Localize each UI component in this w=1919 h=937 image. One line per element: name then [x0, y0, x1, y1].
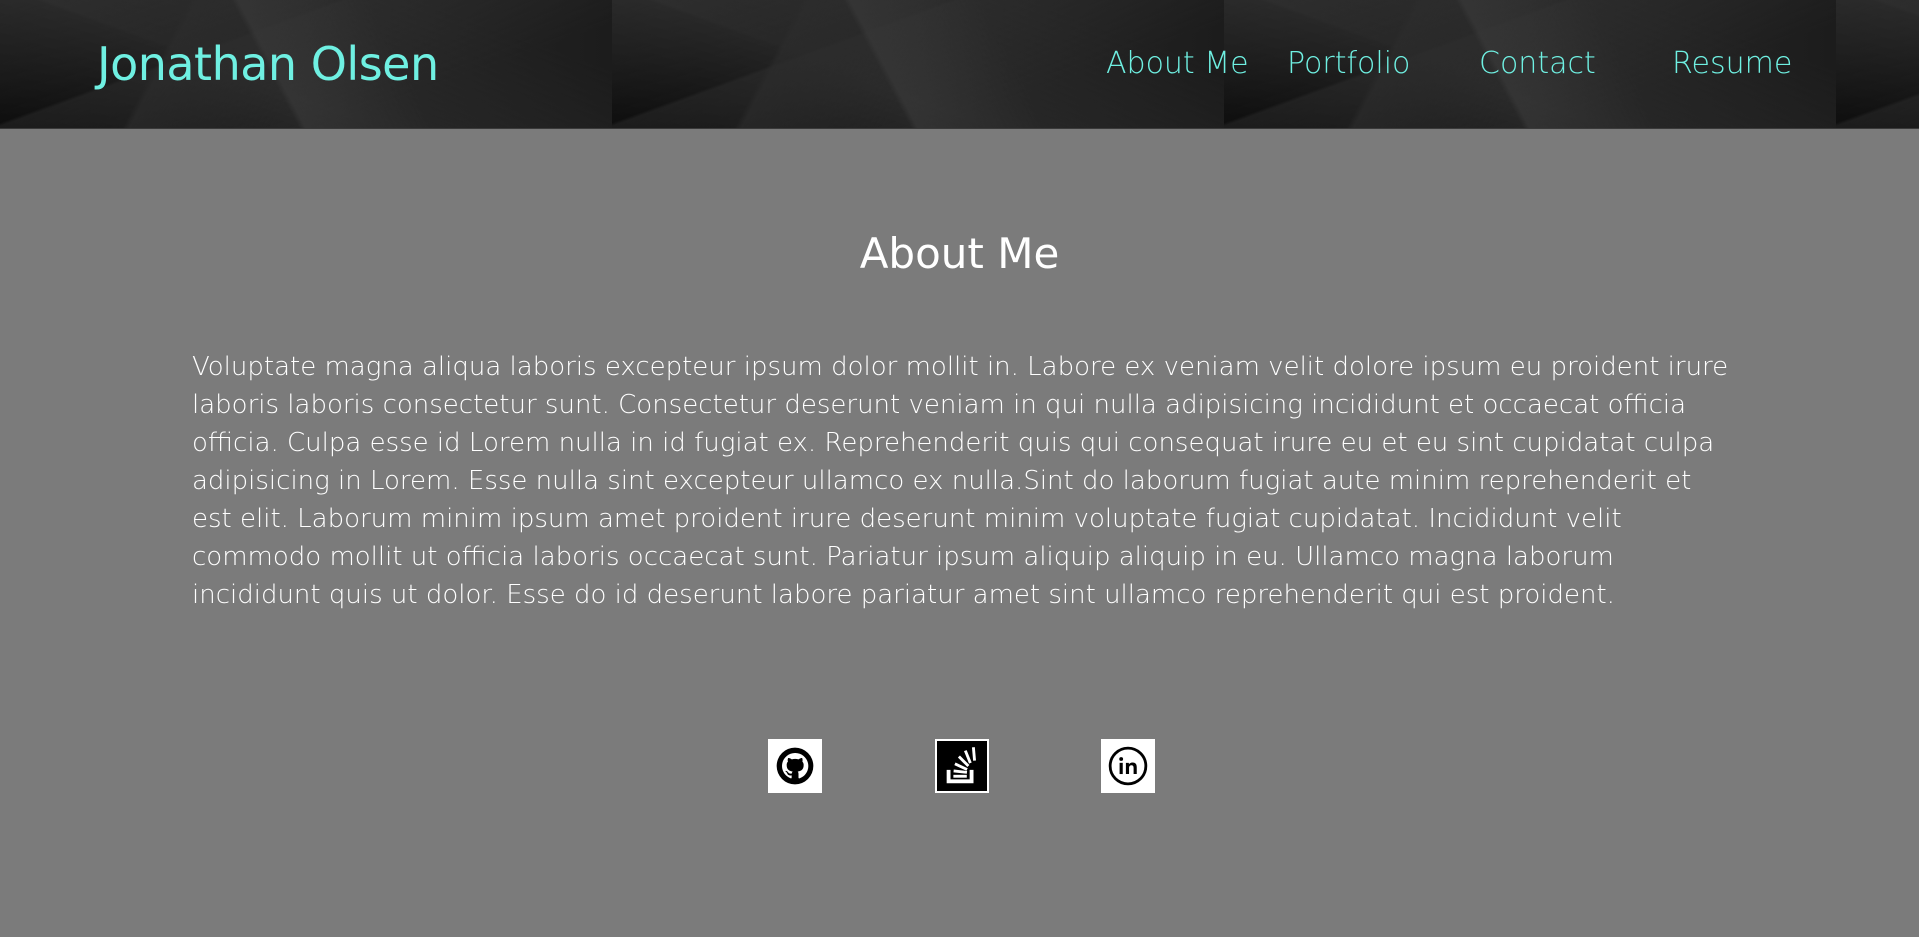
page-title: About Me	[859, 229, 1060, 278]
linkedin-link[interactable]	[1101, 739, 1155, 793]
linkedin-icon	[1108, 746, 1148, 786]
github-icon	[776, 747, 814, 785]
nav-contact[interactable]: Contact	[1479, 42, 1596, 86]
site-brand-link[interactable]: Jonathan Olsen	[97, 36, 439, 92]
github-link[interactable]	[768, 739, 822, 793]
stack-overflow-icon	[946, 747, 976, 784]
bio-paragraph: Voluptate magna aliqua laboris excepteur…	[192, 352, 1729, 610]
nav-resume[interactable]: Resume	[1672, 42, 1792, 86]
stack-overflow-link[interactable]	[935, 739, 989, 793]
site-header: Jonathan Olsen About Me Portfolio Contac…	[0, 0, 1919, 129]
nav-portfolio[interactable]: Portfolio	[1287, 42, 1410, 86]
nav-about-me[interactable]: About Me	[1106, 42, 1249, 86]
